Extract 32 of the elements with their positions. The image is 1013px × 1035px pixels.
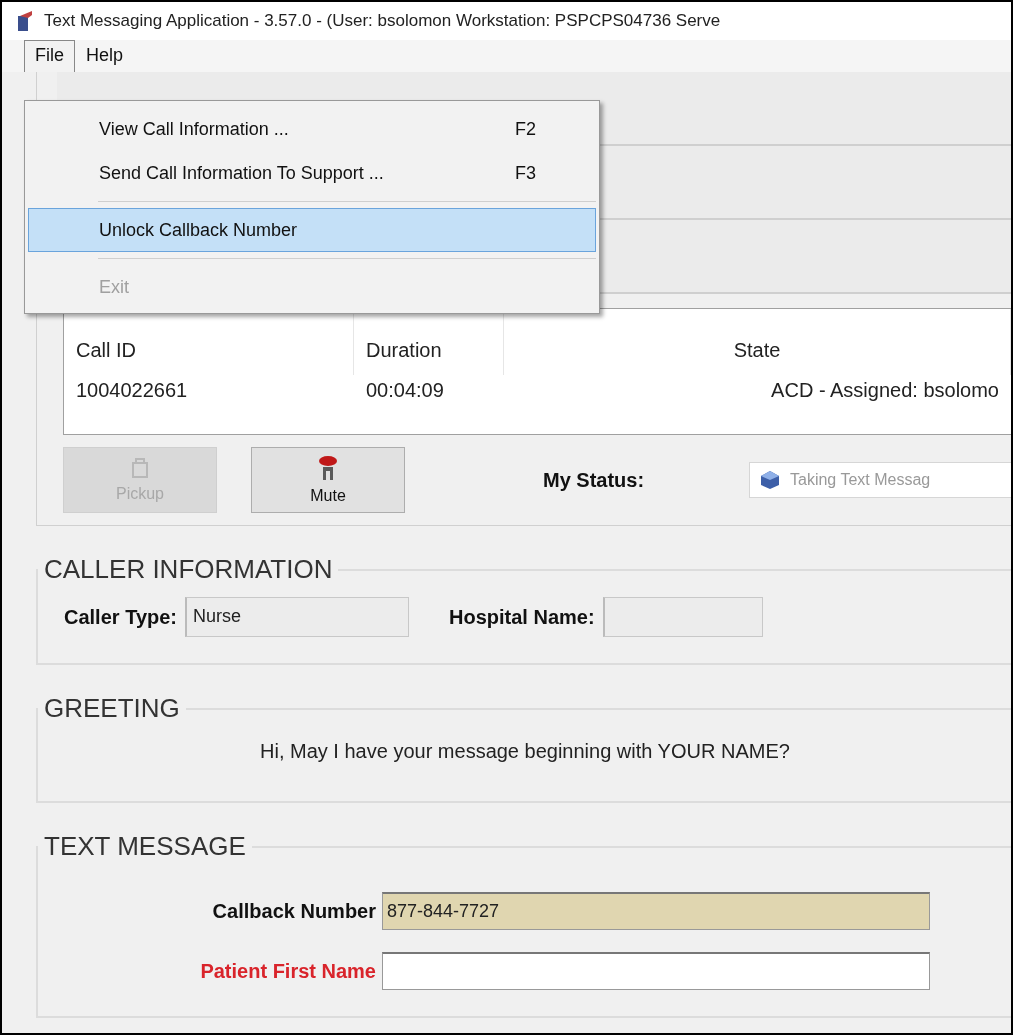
greeting-text: Hi, May I have your message beginning with YOUR NAME? xyxy=(260,740,791,763)
status-label: My Status: xyxy=(543,468,645,492)
menu-item[interactable]: Send Call Information To Support ... F3 xyxy=(28,151,596,195)
shortcut-label: F2 xyxy=(515,118,536,140)
table-cell-text: 1004022661 xyxy=(75,378,189,403)
field-label: Caller Type: xyxy=(64,605,177,629)
menu-title[interactable]: Help xyxy=(75,40,135,72)
group-title: GREETING xyxy=(43,693,181,724)
menu-item[interactable]: View Call Information ... F2 xyxy=(28,107,596,151)
table-cell-text: ACD - Assigned: bsolomo xyxy=(770,378,1000,403)
input-field[interactable] xyxy=(382,952,930,990)
text-field[interactable]: Nurse xyxy=(185,597,409,637)
menu-item-label: Exit xyxy=(99,276,130,298)
menu-item[interactable]: Unlock Callback Number xyxy=(28,208,596,252)
menu-item-label: Unlock Callback Number xyxy=(99,219,299,241)
table-cell-text: 00:04:09 xyxy=(365,378,445,403)
mute-button[interactable]: Mute xyxy=(251,447,405,513)
menu-item-label: Send Call Information To Support ... xyxy=(99,162,385,184)
field-label: Hospital Name: xyxy=(449,605,595,629)
window-title: Text Messaging Application - 3.57.0 - (User: bsolomon Workstation: PSPCPS04736 Serve xyxy=(44,11,721,31)
group-title: TEXT MESSAGE xyxy=(43,831,247,862)
menu-title[interactable]: File xyxy=(24,40,75,72)
input-field[interactable]: 877-844-7727 xyxy=(382,892,930,930)
menu-item-label: View Call Information ... xyxy=(99,118,290,140)
status-icon xyxy=(760,470,780,490)
shortcut-label: F3 xyxy=(515,162,536,184)
app-icon xyxy=(16,10,34,32)
field-label: Callback Number xyxy=(212,899,376,923)
field-label: Patient First Name xyxy=(200,959,376,983)
mute-icon xyxy=(317,455,339,481)
text-field[interactable] xyxy=(602,597,763,637)
group-title: CALLER INFORMATION xyxy=(43,554,334,585)
